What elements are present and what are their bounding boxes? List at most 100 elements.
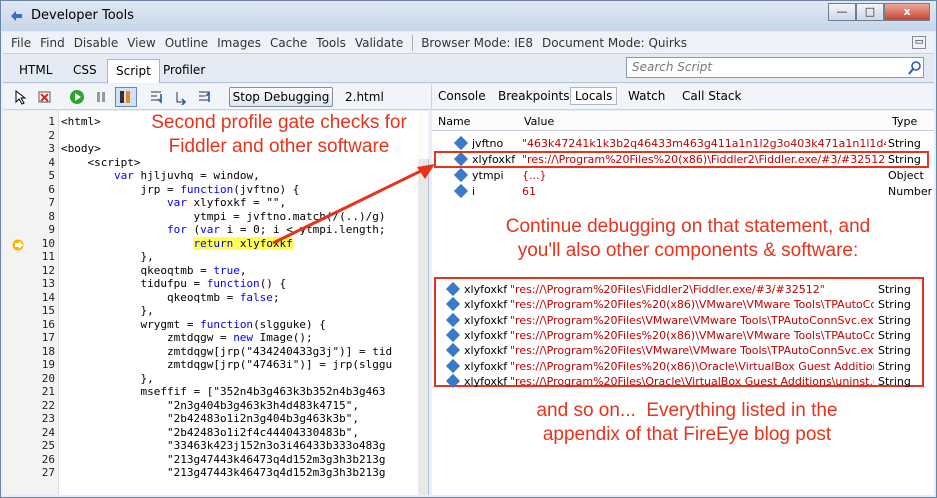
line-number[interactable]: 4 (3, 156, 55, 169)
tab-breakpoints[interactable]: Breakpoints (498, 89, 569, 103)
code-line[interactable]: }, (61, 250, 153, 263)
line-number[interactable]: 12 (3, 264, 55, 277)
code-line[interactable]: "33463k423j152n3o3i46433b333o483g (61, 439, 386, 452)
menu-view[interactable]: View (127, 36, 155, 50)
code-line[interactable]: qkeoqtmb = true, (61, 264, 246, 277)
minimize-button[interactable]: — (828, 3, 856, 21)
line-number[interactable]: 17 (3, 331, 55, 344)
result-row[interactable]: xlyfoxkf "res://\Program%20Files\VMware\V… (436, 343, 926, 359)
line-number[interactable]: 23 (3, 412, 55, 425)
line-number[interactable]: 15 (3, 304, 55, 317)
code-line[interactable]: "2b42483o1i2n3g404b3g463k3b", (61, 412, 359, 425)
tab-html[interactable]: HTML (11, 59, 60, 83)
search-icon[interactable] (908, 60, 922, 76)
menu-outline[interactable]: Outline (165, 36, 208, 50)
tab-watch[interactable]: Watch (628, 89, 665, 103)
result-row[interactable]: xlyfoxkf "res://\Program%20Files\VMware\V… (436, 312, 926, 329)
tab-locals[interactable]: Locals (570, 87, 618, 105)
line-number[interactable]: 11 (3, 250, 55, 263)
restore-pane-icon[interactable]: ▭ (912, 36, 926, 49)
pause-icon[interactable] (93, 89, 109, 105)
code-line[interactable]: var hjljuvhq = window, (61, 169, 260, 182)
variable-icon (453, 135, 469, 151)
line-number[interactable]: 3 (3, 142, 55, 155)
line-number[interactable]: 21 (3, 385, 55, 398)
line-number[interactable]: 5 (3, 169, 55, 182)
line-number[interactable]: 1 (3, 115, 55, 128)
step-into-icon[interactable] (149, 89, 165, 105)
step-out-icon[interactable] (197, 89, 213, 105)
tab-css[interactable]: CSS (65, 59, 105, 83)
line-number[interactable]: 13 (3, 277, 55, 290)
line-number[interactable]: 18 (3, 345, 55, 358)
line-number[interactable]: 9 (3, 223, 55, 236)
code-line[interactable]: zmtdqgw[jrp("434240433g3j")] = tid (61, 345, 392, 358)
code-line[interactable]: <html> (61, 115, 101, 128)
code-line[interactable]: <body> (61, 142, 101, 155)
code-line[interactable]: jrp = function(jvftno) { (61, 183, 299, 196)
menu-disable[interactable]: Disable (74, 36, 119, 50)
line-number[interactable]: 22 (3, 399, 55, 412)
menu-find[interactable]: Find (40, 36, 65, 50)
code-line[interactable]: var xlyfoxkf = "", (61, 196, 286, 209)
stop-debugging-button[interactable]: Stop Debugging (229, 87, 333, 107)
result-row[interactable]: xlyfoxkf "res://\Program%20Files\Fiddler2… (436, 281, 926, 298)
clear-breakpoints-icon[interactable] (37, 89, 53, 105)
code-line[interactable]: zmtdqgw = new Image(); (61, 331, 313, 344)
menu-validate[interactable]: Validate (355, 36, 403, 50)
result-row[interactable]: xlyfoxkf "res://\Program%20Files%20(x86)\… (436, 358, 926, 375)
line-number[interactable]: 10 (3, 237, 55, 250)
menu-document-mode[interactable]: Document Mode: Quirks (542, 36, 687, 50)
locals-row[interactable]: jvftno "463k47241k1k3b2q46433m463g411a1n1… (432, 135, 934, 151)
close-button[interactable]: x (884, 3, 930, 21)
result-row[interactable]: xlyfoxkf "res://\Program%20Files\Oracle\V… (436, 373, 926, 390)
line-number[interactable]: 20 (3, 372, 55, 385)
line-number[interactable]: 26 (3, 453, 55, 466)
line-number[interactable]: 16 (3, 318, 55, 331)
menu-browser-mode[interactable]: Browser Mode: IE8 (421, 36, 533, 50)
search-script-input[interactable]: Search Script (626, 57, 924, 78)
current-statement-arrow-icon (12, 239, 24, 251)
tab-profiler[interactable]: Profiler (155, 59, 213, 83)
code-line[interactable]: "2n3g404b3g463k3h4d483k4715", (61, 399, 359, 412)
result-row[interactable]: xlyfoxkf "res://\Program%20Files%20(x86)\… (436, 327, 926, 344)
line-number[interactable]: 8 (3, 210, 55, 223)
menu-file[interactable]: File (11, 36, 31, 50)
line-number[interactable]: 14 (3, 291, 55, 304)
menu-cache[interactable]: Cache (270, 36, 307, 50)
code-line[interactable]: }, (61, 304, 153, 317)
result-type: String (878, 328, 911, 342)
tab-call-stack[interactable]: Call Stack (682, 89, 741, 103)
locals-row[interactable]: i 61 Number (432, 183, 934, 199)
menu-tools[interactable]: Tools (316, 36, 346, 50)
locals-row[interactable]: ytmpi {...} Object (432, 167, 934, 183)
code-line[interactable]: mseffif = ["352n4b3g463k3b352n4b3g463 (61, 385, 385, 398)
line-number[interactable]: 24 (3, 426, 55, 439)
script-file-selector[interactable]: 2.html (345, 90, 384, 104)
code-line[interactable]: "213g47443k46473q4d152m3g3h3b213g (61, 466, 386, 479)
result-row[interactable]: xlyfoxkf "res://\Program%20Files%20(x86)\… (436, 297, 926, 313)
maximize-button[interactable]: □ (856, 3, 884, 21)
code-line[interactable]: }, (61, 372, 153, 385)
line-number[interactable]: 6 (3, 183, 55, 196)
line-number[interactable]: 27 (3, 466, 55, 479)
code-line[interactable]: "2b42483o1i2f4c44404330483b", (61, 426, 359, 439)
code-line[interactable]: wrygmt = function(slgguke) { (61, 318, 325, 331)
break-on-error-icon[interactable] (115, 87, 137, 107)
code-line[interactable]: "213g47443k46473q4d152m3g3h3b213g (61, 453, 386, 466)
step-over-icon[interactable] (173, 89, 189, 105)
tab-console[interactable]: Console (438, 89, 486, 103)
line-number[interactable]: 2 (3, 129, 55, 142)
line-number[interactable]: 25 (3, 439, 55, 452)
result-value: "res://\Program%20Files%20(x86)\VMware\V… (510, 328, 874, 342)
current-statement-line[interactable]: return xlyfoxkf (61, 236, 293, 250)
code-line[interactable]: tidufpu = function() { (61, 277, 286, 290)
code-line[interactable]: qkeoqtmb = false; (61, 291, 280, 304)
code-line[interactable]: zmtdqgw[jrp("47463i")] = jrp(slggu (61, 358, 392, 371)
line-number[interactable]: 7 (3, 196, 55, 209)
line-number[interactable]: 19 (3, 358, 55, 371)
select-element-icon[interactable] (13, 89, 29, 105)
tab-script[interactable]: Script (107, 59, 160, 83)
continue-icon[interactable] (69, 89, 85, 105)
menu-images[interactable]: Images (217, 36, 261, 50)
